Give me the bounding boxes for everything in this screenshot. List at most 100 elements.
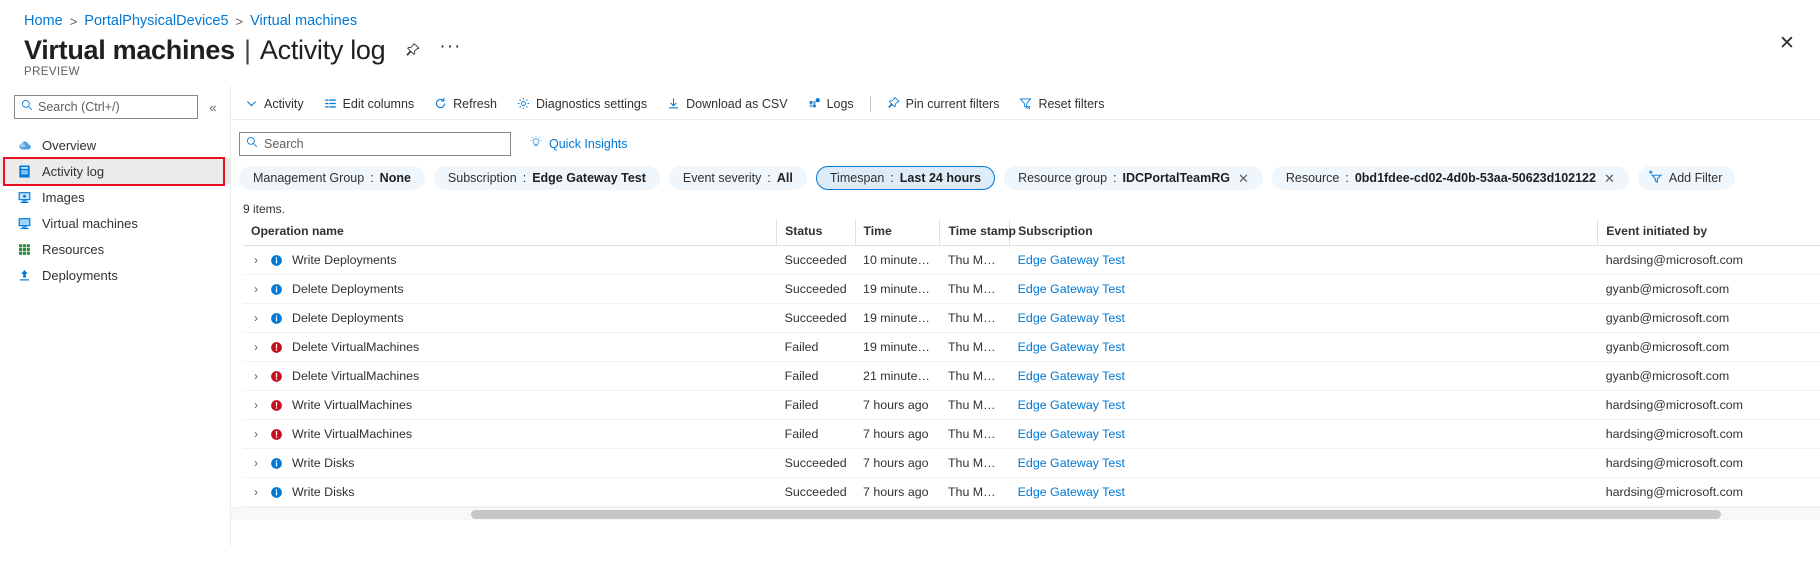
breadcrumb-item-virtual-machines[interactable]: Virtual machines (250, 13, 357, 29)
operation-name-label: Write Deployments (292, 253, 397, 267)
cell-operation-name[interactable]: › Write Disks (243, 477, 777, 507)
table-row[interactable]: › Write Disks Succeeded 7 hours ago Thu May … (243, 448, 1820, 478)
cell-operation-name[interactable]: › Write VirtualMachines (243, 390, 777, 420)
cell-time-stamp: Thu May 27... (939, 419, 1010, 449)
column-header-status[interactable]: Status (776, 220, 856, 246)
column-header-time[interactable]: Time (855, 220, 941, 246)
activity-log-table: Operation name Status Time Time stamp Su… (243, 220, 1820, 507)
cell-operation-name[interactable]: › Delete VirtualMachines (243, 361, 777, 391)
activity-button[interactable]: Activity (235, 90, 314, 118)
logs-icon (808, 97, 821, 110)
column-header-subscription[interactable]: Subscription (1009, 220, 1599, 246)
sidebar-item-images[interactable]: Images (0, 184, 230, 210)
pin-icon[interactable] (401, 39, 423, 61)
add-filter-button[interactable]: Add Filter (1637, 166, 1736, 190)
edit-columns-button[interactable]: Edit columns (314, 90, 425, 118)
diagnostics-settings-button[interactable]: Diagnostics settings (507, 90, 657, 118)
table-row[interactable]: › Delete Deployments Succeeded 19 minutes .… (243, 303, 1820, 333)
subscription-link[interactable]: Edge Gateway Test (1018, 456, 1125, 470)
table-row[interactable]: › Write VirtualMachines Failed 7 hours ago T… (243, 390, 1820, 420)
command-label: Download as CSV (686, 96, 788, 111)
search-input[interactable]: Search (Ctrl+/) (14, 95, 198, 119)
expand-row-chevron-icon[interactable]: › (251, 427, 261, 441)
expand-row-chevron-icon[interactable]: › (251, 340, 261, 354)
pin-current-filters-button[interactable]: Pin current filters (877, 90, 1010, 118)
expand-row-chevron-icon[interactable]: › (251, 311, 261, 325)
logs-button[interactable]: Logs (798, 90, 864, 118)
info-icon (270, 283, 283, 296)
expand-row-chevron-icon[interactable]: › (251, 485, 261, 499)
expand-row-chevron-icon[interactable]: › (251, 282, 261, 296)
cell-subscription: Edge Gateway Test (1009, 477, 1598, 507)
expand-row-chevron-icon[interactable]: › (251, 253, 261, 267)
sidebar-item-deployments[interactable]: Deployments (0, 262, 230, 288)
reset-filters-button[interactable]: Reset filters (1009, 90, 1114, 118)
table-row[interactable]: › Delete Deployments Succeeded 19 minutes .… (243, 274, 1820, 304)
cell-operation-name[interactable]: › Delete VirtualMachines (243, 332, 777, 362)
page-body: Search (Ctrl+/) « Overview Activity log (0, 86, 1820, 546)
sidebar-item-label: Resources (42, 241, 105, 257)
cell-operation-name[interactable]: › Write Disks (243, 448, 777, 478)
filter-pill-subscription[interactable]: Subscription: Edge Gateway Test (433, 166, 660, 190)
cell-subscription: Edge Gateway Test (1009, 245, 1598, 275)
sidebar-item-resources[interactable]: Resources (0, 236, 230, 262)
quick-insights-button[interactable]: Quick Insights (529, 135, 628, 152)
remove-filter-icon[interactable]: ✕ (1238, 172, 1249, 185)
command-label: Edit columns (342, 96, 415, 111)
subscription-link[interactable]: Edge Gateway Test (1018, 340, 1125, 354)
gear-icon (517, 97, 530, 110)
table-row[interactable]: › Write Disks Succeeded 7 hours ago Thu May … (243, 477, 1820, 507)
subscription-link[interactable]: Edge Gateway Test (1018, 398, 1125, 412)
close-icon[interactable]: ✕ (1774, 30, 1800, 56)
sidebar: Search (Ctrl+/) « Overview Activity log (0, 86, 230, 546)
download-csv-button[interactable]: Download as CSV (657, 90, 797, 118)
remove-filter-icon[interactable]: ✕ (1604, 172, 1615, 185)
table-row[interactable]: › Write VirtualMachines Failed 7 hours ago T… (243, 419, 1820, 449)
sidebar-item-label: Overview (42, 137, 97, 153)
table-row[interactable]: › Delete VirtualMachines Failed 19 minutes … (243, 332, 1820, 362)
filter-pill-resource[interactable]: Resource: 0bd1fdee-cd02-4d0b-53aa-50623d… (1271, 166, 1629, 190)
log-search-input[interactable]: Search (239, 131, 511, 156)
quick-insights-label: Quick Insights (549, 136, 628, 151)
cell-operation-name[interactable]: › Delete Deployments (243, 303, 777, 333)
filter-pill-event-severity[interactable]: Event severity: All (668, 166, 807, 190)
column-header-event-initiated-by[interactable]: Event initiated by (1597, 220, 1820, 246)
subscription-link[interactable]: Edge Gateway Test (1018, 369, 1125, 383)
cell-operation-name[interactable]: › Delete Deployments (243, 274, 777, 304)
table-row[interactable]: › Delete VirtualMachines Failed 21 minutes … (243, 361, 1820, 391)
add-filter-label: Add Filter (1668, 171, 1723, 185)
cell-operation-name[interactable]: › Write VirtualMachines (243, 419, 777, 449)
more-options-button[interactable]: ··· (439, 37, 461, 61)
subscription-link[interactable]: Edge Gateway Test (1018, 253, 1125, 267)
subscription-link[interactable]: Edge Gateway Test (1018, 311, 1125, 325)
operation-name-label: Write Disks (292, 485, 355, 499)
scrollbar-thumb[interactable] (471, 510, 1721, 519)
expand-row-chevron-icon[interactable]: › (251, 456, 261, 470)
column-header-time-stamp[interactable]: Time stamp (939, 220, 1016, 246)
sidebar-item-virtual-machines[interactable]: Virtual machines (0, 210, 230, 236)
table-row[interactable]: › Write Deployments Succeeded 10 minutes ..… (243, 245, 1820, 275)
horizontal-scrollbar[interactable] (231, 507, 1820, 520)
filter-pill-value: Edge Gateway Test (532, 171, 646, 185)
filter-pill-timespan[interactable]: Timespan: Last 24 hours (815, 166, 996, 190)
subscription-link[interactable]: Edge Gateway Test (1018, 282, 1125, 296)
subscription-link[interactable]: Edge Gateway Test (1018, 485, 1125, 499)
cell-status: Failed (776, 419, 856, 449)
refresh-button[interactable]: Refresh (424, 90, 507, 118)
collapse-sidebar-button[interactable]: « (204, 96, 222, 118)
filter-pill-management-group[interactable]: Management Group: None (239, 166, 425, 190)
column-header-operation-name[interactable]: Operation name (243, 220, 778, 246)
cell-subscription: Edge Gateway Test (1009, 390, 1598, 420)
sidebar-item-activity-log[interactable]: Activity log (0, 156, 230, 186)
subscription-link[interactable]: Edge Gateway Test (1018, 427, 1125, 441)
expand-row-chevron-icon[interactable]: › (251, 369, 261, 383)
cell-operation-name[interactable]: › Write Deployments (243, 245, 777, 275)
filter-pill-resource-group[interactable]: Resource group: IDCPortalTeamRG ✕ (1004, 166, 1263, 190)
expand-row-chevron-icon[interactable]: › (251, 398, 261, 412)
cell-status: Failed (776, 361, 856, 391)
filter-pill-name: Subscription (447, 171, 517, 185)
breadcrumb-item-home[interactable]: Home (24, 13, 63, 29)
sidebar-item-overview[interactable]: Overview (0, 132, 230, 158)
breadcrumb-item-portalphysicaldevice5[interactable]: PortalPhysicalDevice5 (84, 13, 228, 29)
command-label: Diagnostics settings (535, 96, 648, 111)
